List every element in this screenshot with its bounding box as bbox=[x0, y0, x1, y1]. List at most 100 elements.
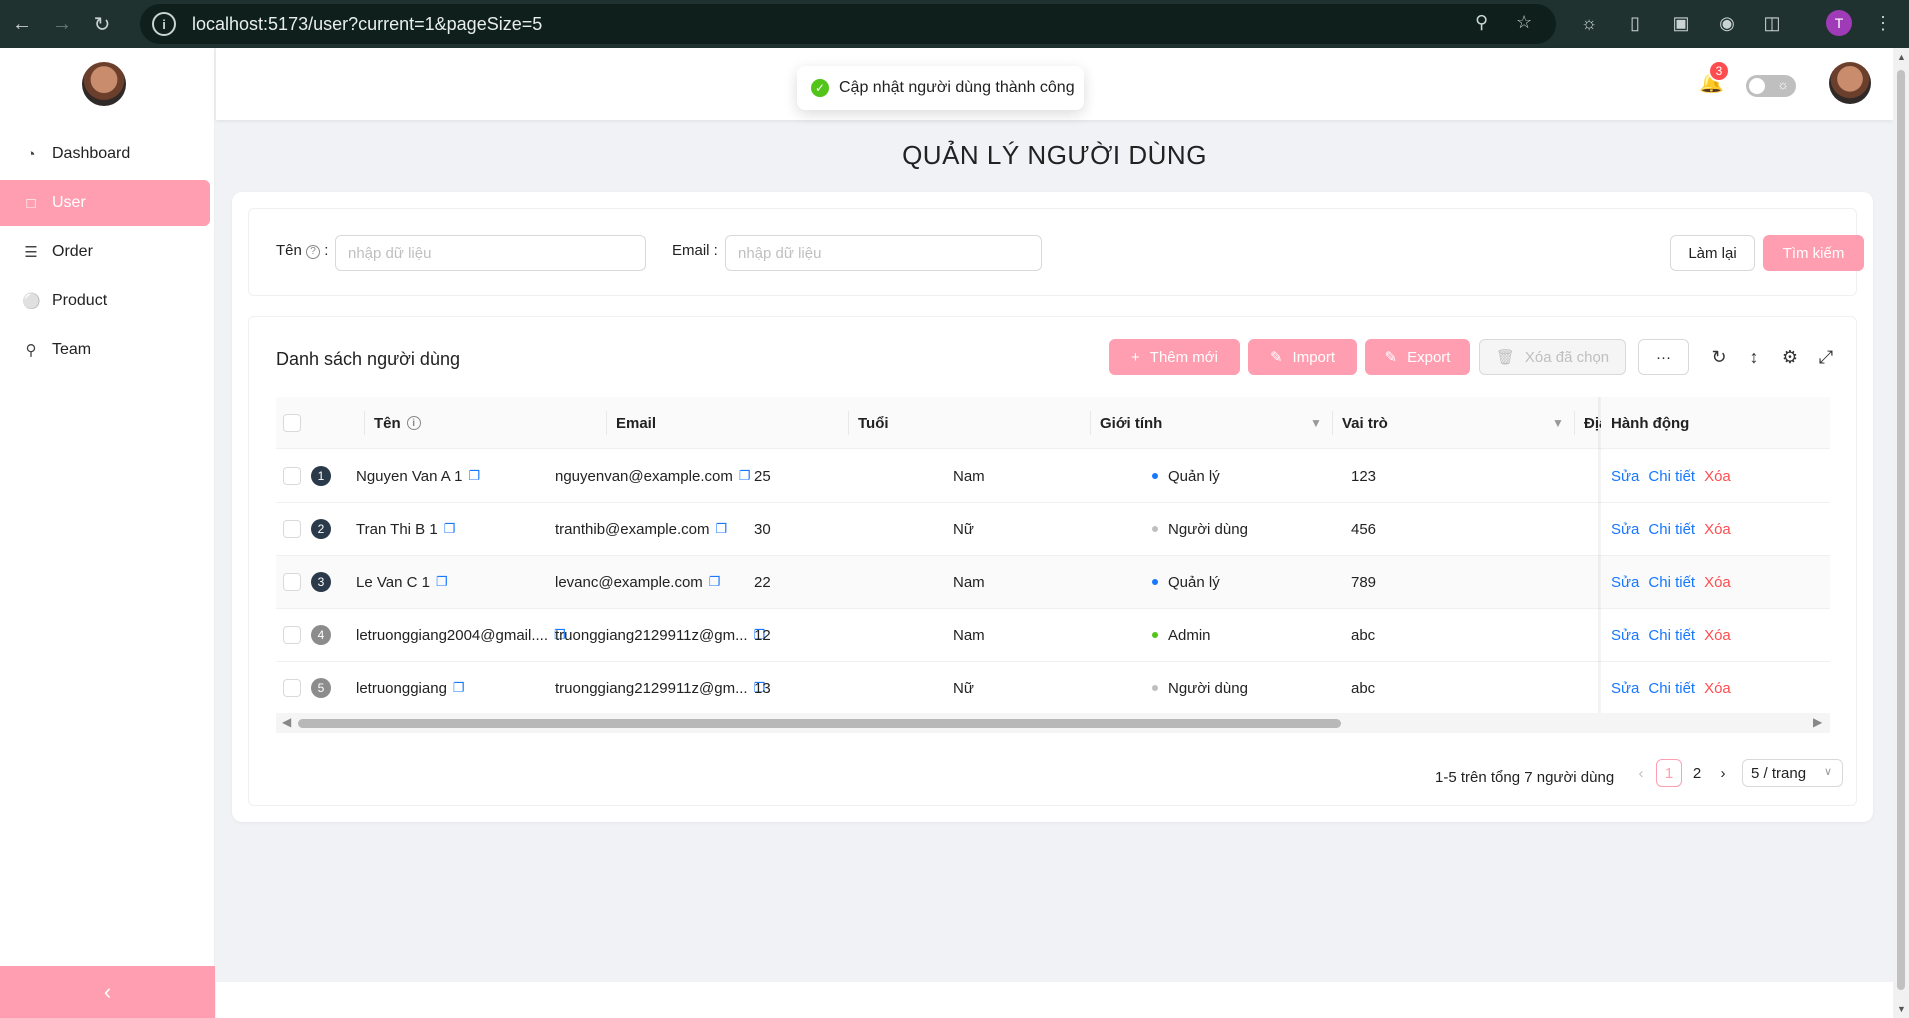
add-user-button[interactable]: + Thêm mới bbox=[1109, 339, 1240, 375]
kebab-menu-icon[interactable]: ⋮ bbox=[1868, 8, 1898, 38]
row-index-badge: 4 bbox=[311, 625, 331, 645]
reload-icon[interactable]: ↻ bbox=[1708, 347, 1730, 368]
extension-game-icon[interactable]: ▣ bbox=[1666, 8, 1696, 38]
next-page-button[interactable]: › bbox=[1710, 759, 1736, 787]
edit-link[interactable]: Sửa bbox=[1611, 627, 1639, 644]
sidebar-item-product[interactable]: ⚪ Product bbox=[0, 278, 210, 324]
email-search-input[interactable] bbox=[725, 235, 1042, 271]
row-checkbox[interactable] bbox=[283, 467, 301, 485]
sidebar-item-dashboard[interactable]: ◔ Dashboard bbox=[0, 131, 210, 177]
bookmark-star-icon[interactable]: ☆ bbox=[1516, 12, 1532, 33]
theme-toggle[interactable]: ☼ bbox=[1746, 75, 1796, 97]
footer bbox=[216, 982, 1893, 1018]
table-row[interactable]: 3 Le Van C 1 ❐ levanc@example.com ❐ 22 Nam Quản… bbox=[276, 556, 1830, 609]
column-height-icon[interactable]: ↕ bbox=[1743, 347, 1765, 368]
column-header-gender[interactable]: Giới tính bbox=[1100, 397, 1162, 449]
scroll-right-icon[interactable]: ▶ bbox=[1813, 715, 1822, 729]
profile-avatar[interactable]: T bbox=[1826, 10, 1852, 36]
row-checkbox[interactable] bbox=[283, 573, 301, 591]
phone-icon[interactable]: ▯ bbox=[1620, 8, 1650, 38]
edit-link[interactable]: Sửa bbox=[1611, 680, 1639, 697]
delete-link[interactable]: Xóa bbox=[1704, 680, 1731, 697]
copy-icon[interactable]: ❐ bbox=[715, 521, 727, 537]
scroll-left-icon[interactable]: ◀ bbox=[282, 715, 291, 729]
delete-link[interactable]: Xóa bbox=[1704, 521, 1731, 538]
sidebar-item-team[interactable]: ⚲ Team bbox=[0, 327, 210, 373]
url-text[interactable]: localhost:5173/user?current=1&pageSize=5 bbox=[192, 14, 542, 35]
import-icon: ✎ bbox=[1269, 349, 1283, 366]
filter-icon[interactable]: ▼ bbox=[1310, 416, 1322, 430]
scroll-up-icon[interactable]: ▲ bbox=[1897, 52, 1906, 62]
copy-icon[interactable]: ❐ bbox=[453, 680, 465, 696]
address-bar[interactable]: i localhost:5173/user?current=1&pageSize… bbox=[140, 4, 1556, 44]
user-avatar[interactable] bbox=[1829, 62, 1871, 104]
page-2-button[interactable]: 2 bbox=[1684, 759, 1710, 787]
compass-icon[interactable]: ☼ bbox=[1574, 8, 1604, 38]
copy-icon[interactable]: ❐ bbox=[468, 468, 480, 484]
copy-icon[interactable]: ❐ bbox=[739, 468, 751, 484]
row-checkbox[interactable] bbox=[283, 520, 301, 538]
cell-gender: Nam bbox=[953, 467, 985, 485]
zoom-icon[interactable]: ⚲ bbox=[1475, 12, 1488, 33]
column-header-age[interactable]: Tuổi bbox=[858, 397, 889, 449]
edit-link[interactable]: Sửa bbox=[1611, 574, 1639, 591]
name-label-text: Tên bbox=[276, 242, 302, 259]
extensions-puzzle-icon[interactable]: ◫ bbox=[1757, 8, 1787, 38]
cell-role: Người dùng bbox=[1168, 679, 1248, 697]
scroll-down-icon[interactable]: ▼ bbox=[1897, 1004, 1906, 1014]
copy-icon[interactable]: ❐ bbox=[444, 521, 456, 537]
detail-link[interactable]: Chi tiết bbox=[1648, 627, 1695, 644]
copy-icon[interactable]: ❐ bbox=[436, 574, 448, 590]
site-info-icon[interactable]: i bbox=[152, 12, 176, 36]
scrollbar-thumb[interactable] bbox=[298, 719, 1341, 728]
edit-link[interactable]: Sửa bbox=[1611, 468, 1639, 485]
vertical-scrollbar-thumb[interactable] bbox=[1897, 70, 1905, 990]
detail-link[interactable]: Chi tiết bbox=[1648, 468, 1695, 485]
row-index-badge: 2 bbox=[311, 519, 331, 539]
table-row[interactable]: 4 letruonggiang2004@gmail.... ❐ truonggiang… bbox=[276, 609, 1830, 662]
page-size-select[interactable]: 5 / trang ∨ bbox=[1742, 759, 1843, 787]
page-1-button[interactable]: 1 bbox=[1656, 759, 1682, 787]
delete-link[interactable]: Xóa bbox=[1704, 627, 1731, 644]
delete-link[interactable]: Xóa bbox=[1704, 468, 1731, 485]
reset-button[interactable]: Làm lại bbox=[1670, 235, 1755, 271]
forward-icon[interactable]: → bbox=[44, 6, 80, 42]
sidebar-item-user[interactable]: □ User bbox=[0, 180, 210, 226]
filter-icon[interactable]: ▼ bbox=[1552, 416, 1564, 430]
sidebar-item-order[interactable]: ☰ Order bbox=[0, 229, 210, 275]
delete-selected-button[interactable]: 🗑 Xóa đã chọn bbox=[1479, 339, 1626, 375]
search-button[interactable]: Tìm kiếm bbox=[1763, 235, 1864, 271]
edit-link[interactable]: Sửa bbox=[1611, 521, 1639, 538]
detail-link[interactable]: Chi tiết bbox=[1648, 521, 1695, 538]
import-button[interactable]: ✎ Import bbox=[1248, 339, 1357, 375]
select-all-checkbox[interactable] bbox=[283, 414, 301, 432]
detail-link[interactable]: Chi tiết bbox=[1648, 574, 1695, 591]
name-search-input[interactable] bbox=[335, 235, 646, 271]
vertical-scrollbar[interactable]: ▲ ▼ bbox=[1893, 48, 1909, 1018]
target-icon[interactable]: ◉ bbox=[1712, 8, 1742, 38]
question-circle-icon: ? bbox=[306, 244, 321, 259]
column-header-role[interactable]: Vai trò bbox=[1342, 397, 1388, 449]
reload-icon[interactable]: ↻ bbox=[84, 6, 120, 42]
sidebar-collapse-button[interactable]: ‹ bbox=[0, 966, 215, 1018]
copy-icon[interactable]: ❐ bbox=[709, 574, 721, 590]
back-icon[interactable]: ← bbox=[4, 6, 40, 42]
settings-gear-icon[interactable]: ⚙ bbox=[1779, 347, 1801, 368]
table-row[interactable]: 2 Tran Thi B 1 ❐ tranthib@example.com ❐ 30 Nữ N… bbox=[276, 503, 1830, 556]
row-index-badge: 1 bbox=[311, 466, 331, 486]
more-button[interactable]: ··· bbox=[1638, 339, 1689, 375]
prev-page-button[interactable]: ‹ bbox=[1628, 759, 1654, 787]
column-header-name[interactable]: Tên i bbox=[374, 397, 421, 449]
column-header-email[interactable]: Email bbox=[616, 397, 656, 449]
horizontal-scrollbar[interactable]: ◀ ▶ bbox=[276, 713, 1830, 733]
delete-link[interactable]: Xóa bbox=[1704, 574, 1731, 591]
export-button[interactable]: ✎ Export bbox=[1365, 339, 1470, 375]
table-row[interactable]: 1 Nguyen Van A 1 ❐ nguyenvan@example.com ❐ 25… bbox=[276, 450, 1830, 503]
row-checkbox[interactable] bbox=[283, 679, 301, 697]
row-checkbox[interactable] bbox=[283, 626, 301, 644]
column-header-name-text: Tên bbox=[374, 414, 401, 432]
fullscreen-icon[interactable]: ⤢ bbox=[1815, 347, 1837, 368]
detail-link[interactable]: Chi tiết bbox=[1648, 680, 1695, 697]
chevron-down-icon: ∨ bbox=[1823, 766, 1832, 778]
table-row[interactable]: 5 letruonggiang ❐ truonggiang2129911z@gm...… bbox=[276, 662, 1830, 713]
